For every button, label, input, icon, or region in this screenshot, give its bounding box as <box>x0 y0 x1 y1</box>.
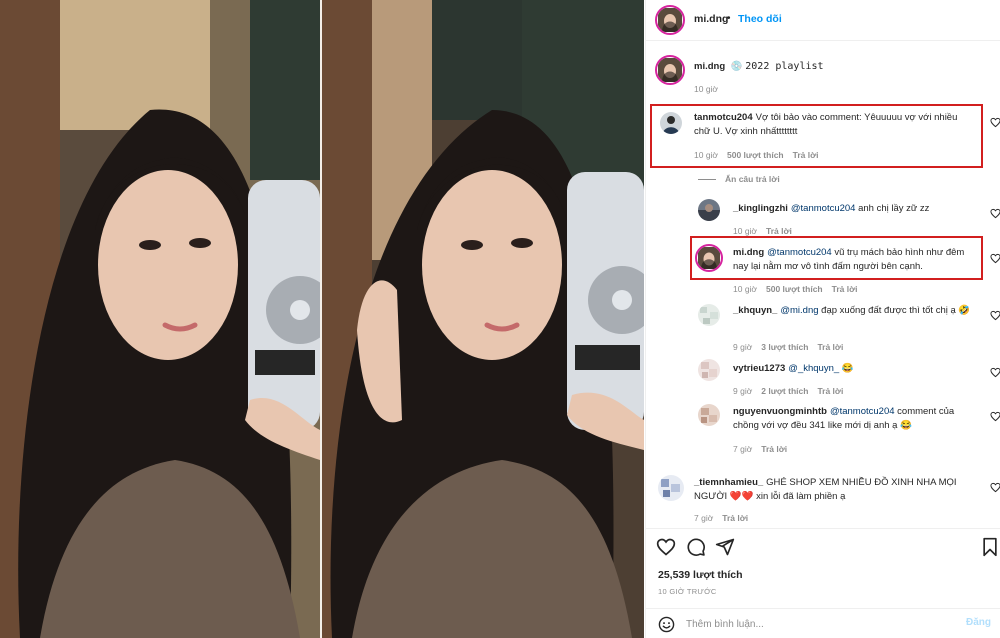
reply-text-nguyenvuongminhtb: nguyenvuongminhtb @tanmotcu204 comment củ… <box>733 405 978 433</box>
reply-button[interactable]: Trả lời <box>793 150 819 160</box>
add-comment-bar: Đăng <box>646 608 1000 638</box>
red-heart-icon: ❤️❤️ <box>729 491 754 502</box>
reply-text-khquyn: _khquyn_ @mi.dng đạp xuống đất được thì t… <box>733 304 973 318</box>
reply-meta-khquyn: 9 giờ 3 lượt thích Trả lời <box>733 342 852 352</box>
bookmark-icon[interactable] <box>980 537 1000 557</box>
mention-link[interactable]: @tanmotcu204 <box>791 203 856 214</box>
reply-meta-author: 10 giờ 500 lượt thích Trả lời <box>733 284 867 294</box>
comment-username[interactable]: _tiemnhamieu_ <box>694 477 763 488</box>
reply-button[interactable]: Trả lời <box>761 444 787 454</box>
caption-username[interactable]: mi.dng <box>694 61 725 72</box>
reply-button[interactable]: Trả lời <box>817 386 843 396</box>
reply-button[interactable]: Trả lời <box>766 226 792 236</box>
like-comment-heart-icon[interactable] <box>990 482 1000 493</box>
comment-likes[interactable]: 3 lượt thích <box>761 342 808 352</box>
comment-avatar[interactable] <box>698 199 720 221</box>
caption-meta: 10 giờ <box>694 84 727 94</box>
like-comment-heart-icon[interactable] <box>990 367 1000 378</box>
author-avatar[interactable] <box>655 5 685 35</box>
cd-icon: 💿 <box>730 61 743 72</box>
reply-meta-vytrieu: 9 giờ 2 lượt thích Trả lời <box>733 386 852 396</box>
comment-content: anh chị lầy zữ zz <box>858 203 930 214</box>
hide-replies-toggle[interactable]: Ẩn câu trả lời <box>698 174 789 184</box>
comment-time: 9 giờ <box>733 386 753 396</box>
comment-time: 10 giờ <box>694 150 719 160</box>
comment-username[interactable]: nguyenvuongminhtb <box>733 406 827 417</box>
comment-text-1: tanmotcu204 Vợ tôi bảo vào comment: Yêuuu… <box>694 111 976 139</box>
like-comment-heart-icon[interactable] <box>990 117 1000 128</box>
like-comment-heart-icon[interactable] <box>990 253 1000 264</box>
comment-meta-1: 10 giờ 500 lượt thích Trả lời <box>694 150 828 160</box>
caption-avatar[interactable] <box>655 55 685 85</box>
comment-time: 9 giờ <box>733 342 753 352</box>
reply-button[interactable]: Trả lời <box>817 342 843 352</box>
comment-content-2: xin lỗi đã làm phiền ạ <box>756 491 846 502</box>
reply-button[interactable]: Trả lời <box>722 513 748 523</box>
post-timestamp: 10 GIỜ TRƯỚC <box>658 587 717 596</box>
comment-avatar[interactable] <box>698 404 720 426</box>
follow-button[interactable]: Theo dõi <box>738 13 782 25</box>
comment-time: 7 giờ <box>733 444 753 454</box>
comment-username[interactable]: tanmotcu204 <box>694 112 753 123</box>
photo-panel-right <box>322 0 644 638</box>
comment-username[interactable]: _khquyn_ <box>733 305 777 316</box>
header-separator: • <box>727 13 731 24</box>
comment-likes[interactable]: 2 lượt thích <box>761 386 808 396</box>
comment-icon[interactable] <box>686 537 706 557</box>
comment-username[interactable]: vytrieu1273 <box>733 363 785 374</box>
comment-time: 7 giờ <box>694 513 714 523</box>
comment-text-tiemnhamieu: _tiemnhamieu_ GHÉ SHOP XEM NHIỀU ĐỒ XINH … <box>694 476 979 504</box>
share-icon[interactable] <box>715 537 735 557</box>
like-comment-heart-icon[interactable] <box>990 310 1000 321</box>
emoji-icon[interactable] <box>658 616 675 633</box>
action-bar: 25,539 lượt thích 10 GIỜ TRƯỚC <box>646 528 1000 608</box>
caption-text: 2022 playlist <box>745 61 824 72</box>
laughing-emoji-icon: 🤣 <box>958 305 971 316</box>
photo-panel-left <box>0 0 320 638</box>
caption: mi.dng 💿 2022 playlist <box>694 60 984 74</box>
author-username[interactable]: mi.dng <box>694 13 728 25</box>
laughing-emoji-icon: 😂 <box>900 420 912 431</box>
comment-avatar[interactable] <box>660 112 682 134</box>
mention-link[interactable]: @mi.dng <box>780 305 818 316</box>
reply-button[interactable]: Trả lời <box>832 284 858 294</box>
comment-avatar[interactable] <box>658 475 684 501</box>
reply-text-vytrieu: vytrieu1273 @_khquyn_ 😂 <box>733 362 973 376</box>
reply-text-author: mi.dng @tanmotcu204 vũ trụ mách bảo hình … <box>733 246 978 274</box>
comment-likes[interactable]: 500 lượt thích <box>766 284 823 294</box>
post-photo[interactable] <box>0 0 644 638</box>
hide-replies-label[interactable]: Ẩn câu trả lời <box>725 174 780 184</box>
mention-link[interactable]: @tanmotcu204 <box>767 247 832 258</box>
like-comment-heart-icon[interactable] <box>990 208 1000 219</box>
post-header: mi.dng • Theo dõi <box>646 0 1000 41</box>
laughing-emoji-icon: 😂 <box>841 363 854 374</box>
comment-likes[interactable]: 500 lượt thích <box>727 150 784 160</box>
reply-meta-kinglingzhi: 10 giờ Trả lời <box>733 226 801 236</box>
reply-meta-nguyenvuongminhtb: 7 giờ Trả lời <box>733 444 796 454</box>
reply-text-kinglingzhi: _kinglingzhi @tanmotcu204 anh chị lầy zữ … <box>733 202 973 216</box>
comment-avatar[interactable] <box>695 244 723 272</box>
comment-time: 10 giờ <box>733 226 758 236</box>
comment-username[interactable]: mi.dng <box>733 247 764 258</box>
reply-line <box>698 179 716 181</box>
post-like-count[interactable]: 25,539 lượt thích <box>658 569 743 581</box>
comment-input[interactable] <box>686 615 936 633</box>
post-comment-button[interactable]: Đăng <box>966 617 991 628</box>
comment-username[interactable]: _kinglingzhi <box>733 203 788 214</box>
caption-time: 10 giờ <box>694 84 719 94</box>
comment-meta-tiemnhamieu: 7 giờ Trả lời <box>694 513 757 523</box>
comment-avatar[interactable] <box>698 359 720 381</box>
comment-avatar[interactable] <box>698 304 720 326</box>
post-sidebar: mi.dng • Theo dõi mi.dng 💿 2022 playlist… <box>645 0 1000 638</box>
comment-content: đạp xuống đất được thì tốt chị ạ <box>821 305 956 316</box>
like-comment-heart-icon[interactable] <box>990 411 1000 422</box>
mention-link[interactable]: @tanmotcu204 <box>830 406 895 417</box>
comment-time: 10 giờ <box>733 284 758 294</box>
heart-icon[interactable] <box>656 537 676 557</box>
mention-link[interactable]: @_khquyn_ <box>788 363 839 374</box>
